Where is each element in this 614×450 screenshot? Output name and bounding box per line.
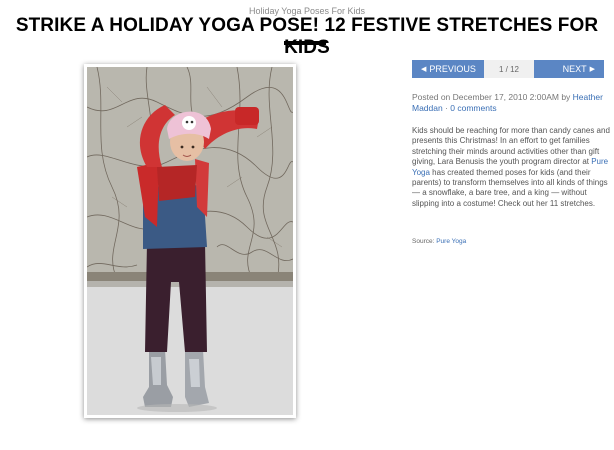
next-button[interactable]: NEXT ▶ xyxy=(534,60,604,78)
source-link[interactable]: Pure Yoga xyxy=(436,238,466,245)
slide-counter: 1 / 12 xyxy=(484,60,534,78)
previous-label: PREVIOUS xyxy=(429,64,476,74)
source-label: Source: xyxy=(412,238,437,245)
chevron-left-icon: ◀ xyxy=(421,66,427,73)
body-text-1: Kids should be reaching for more than ca… xyxy=(412,126,610,167)
pagination: ◀ PREVIOUS 1 / 12 NEXT ▶ xyxy=(412,60,604,78)
article-body: Kids should be reaching for more than ca… xyxy=(412,126,610,209)
comments-link[interactable]: 0 comments xyxy=(450,103,496,113)
yoga-pose-photo[interactable] xyxy=(87,67,293,415)
title-underline xyxy=(284,41,326,45)
photo-frame xyxy=(84,64,296,418)
page-title: STRIKE A HOLIDAY YOGA POSE! 12 FESTIVE S… xyxy=(15,15,599,58)
post-meta: Posted on December 17, 2010 2:00AM by He… xyxy=(412,92,608,114)
posted-date: Posted on December 17, 2010 2:00AM by xyxy=(412,92,573,102)
chevron-right-icon: ▶ xyxy=(589,66,595,73)
previous-button[interactable]: ◀ PREVIOUS xyxy=(412,60,484,78)
source-line: Source: Pure Yoga xyxy=(412,238,608,245)
next-label: NEXT xyxy=(562,64,587,74)
body-text-2: has created themed poses for kids (and t… xyxy=(412,167,608,208)
